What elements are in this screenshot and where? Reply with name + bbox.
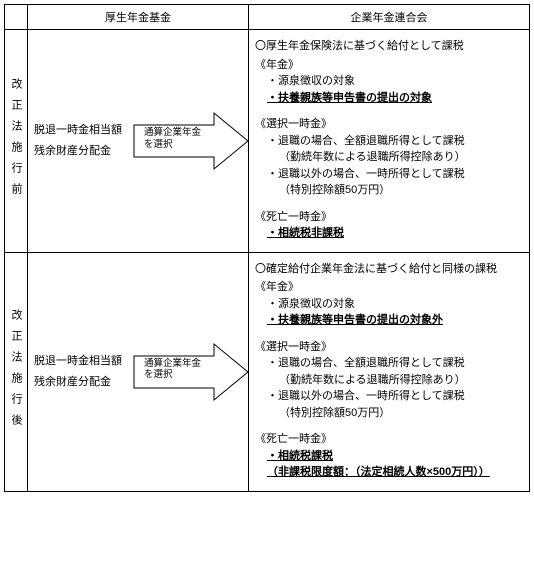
header-col-mid: 厚生年金基金 xyxy=(28,5,249,29)
side-label-text: 改正法施行前 xyxy=(8,78,24,204)
sec-sentaku: 《選択一時金》 xyxy=(255,339,523,356)
note: （特別控除額50万円） xyxy=(255,182,523,199)
row-before: 改正法施行前 脱退一時金相当額 残余財産分配金 通算企業年金を選択 〇厚生年金保… xyxy=(5,30,529,253)
right-cell-after: 〇確定給付企業年金法に基づく給付と同様の課税 《年金》 ・源泉徴収の対象 ・扶養… xyxy=(249,253,529,491)
mid-cell-before: 脱退一時金相当額 残余財産分配金 通算企業年金を選択 xyxy=(28,30,249,252)
note: （勤続年数による退職所得控除あり） xyxy=(255,149,523,166)
underline-text: ・扶養親族等申告書の提出の対象外 xyxy=(255,312,523,329)
note: （特別控除額50万円） xyxy=(255,405,523,422)
title-line: 〇厚生年金保険法に基づく給付として課税 xyxy=(255,38,523,55)
title-line: 〇確定給付企業年金法に基づく給付と同様の課税 xyxy=(255,261,523,278)
sec-sentaku: 《選択一時金》 xyxy=(255,116,523,133)
bullet: ・退職以外の場合、一時所得として課税 xyxy=(255,166,523,183)
side-label-text: 改正法施行後 xyxy=(8,309,24,435)
mid-line2: 残余財産分配金 xyxy=(34,141,132,162)
header-corner xyxy=(5,5,28,29)
mid-line1: 脱退一時金相当額 xyxy=(34,351,132,372)
header-col-right: 企業年金連合会 xyxy=(249,5,529,29)
sec-nenkin: 《年金》 xyxy=(255,279,523,296)
arrow-label: 通算企業年金を選択 xyxy=(144,358,204,382)
mid-lines: 脱退一時金相当額 残余財産分配金 xyxy=(34,351,132,393)
arrow-label: 通算企業年金を選択 xyxy=(144,127,204,151)
underline-text: ・相続税課税 xyxy=(255,448,523,465)
bullet: ・退職の場合、全額退職所得として課税 xyxy=(255,355,523,372)
underline-text: ・扶養親族等申告書の提出の対象 xyxy=(255,90,523,107)
mid-line2: 残余財産分配金 xyxy=(34,372,132,393)
underline-text: ・相続税非課税 xyxy=(255,225,523,242)
sec-nenkin: 《年金》 xyxy=(255,57,523,74)
bullet: ・退職の場合、全額退職所得として課税 xyxy=(255,133,523,150)
side-label-before: 改正法施行前 xyxy=(5,30,28,252)
arrow-after: 通算企業年金を選択 xyxy=(132,342,248,402)
comparison-table: 厚生年金基金 企業年金連合会 改正法施行前 脱退一時金相当額 残余財産分配金 通… xyxy=(4,4,530,492)
mid-cell-after: 脱退一時金相当額 残余財産分配金 通算企業年金を選択 xyxy=(28,253,249,491)
table-header: 厚生年金基金 企業年金連合会 xyxy=(5,5,529,30)
sec-shibo: 《死亡一時金》 xyxy=(255,209,523,226)
arrow-before: 通算企業年金を選択 xyxy=(132,111,248,171)
sec-shibo: 《死亡一時金》 xyxy=(255,431,523,448)
bullet: ・源泉徴収の対象 xyxy=(255,73,523,90)
right-cell-before: 〇厚生年金保険法に基づく給付として課税 《年金》 ・源泉徴収の対象 ・扶養親族等… xyxy=(249,30,529,252)
note: （勤続年数による退職所得控除あり） xyxy=(255,372,523,389)
underline-text: （非課税限度額：（法定相続人数×500万円）） xyxy=(255,464,523,481)
row-after: 改正法施行後 脱退一時金相当額 残余財産分配金 通算企業年金を選択 〇確定給付企… xyxy=(5,253,529,491)
side-label-after: 改正法施行後 xyxy=(5,253,28,491)
bullet: ・源泉徴収の対象 xyxy=(255,296,523,313)
bullet: ・退職以外の場合、一時所得として課税 xyxy=(255,388,523,405)
mid-lines: 脱退一時金相当額 残余財産分配金 xyxy=(34,120,132,162)
mid-line1: 脱退一時金相当額 xyxy=(34,120,132,141)
